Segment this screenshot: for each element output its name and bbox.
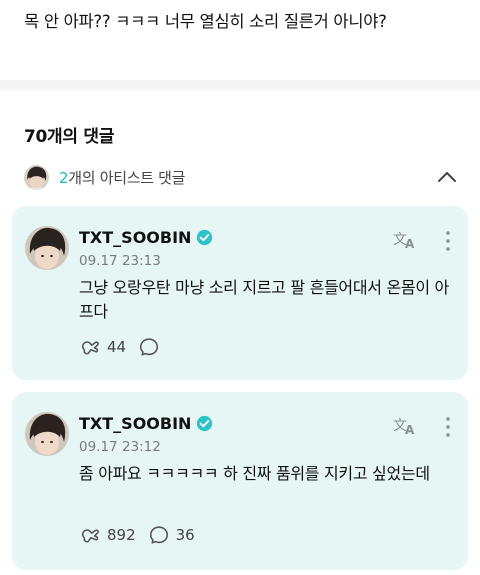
artist-avatar (24, 164, 49, 190)
like-icon[interactable] (79, 524, 101, 546)
avatar[interactable] (25, 226, 69, 270)
svg-text:A: A (405, 237, 415, 250)
artist-comment-count: 2 (59, 168, 69, 187)
artist-comments-label: 2개의 아티스트 댓글 (59, 167, 185, 188)
comment-author-row: TXT_SOOBIN (79, 414, 213, 433)
comment-actions: 44 (79, 336, 178, 358)
reply-icon[interactable] (138, 336, 160, 358)
comment-body: 좀 아파요 ㅋㅋㅋㅋㅋ 하 진짜 품위를 지키고 싶었는데 (79, 464, 430, 483)
artist-comment-card: TXT_SOOBIN 09.17 23:12 文 A 좀 아파요 ㅋㅋㅋㅋㅋ 하… (12, 392, 468, 570)
svg-text:A: A (405, 423, 415, 436)
post-text: 목 안 아파?? ㅋㅋㅋ 너무 열심히 소리 질른거 아니야? (24, 12, 387, 31)
comment-timestamp: 09.17 23:12 (79, 439, 161, 455)
comment-count-heading: 70개의 댓글 (24, 127, 115, 147)
comment-body: 그냥 오랑우탄 마냥 소리 지르고 팔 흔들어대서 온몸이 아프다 (79, 278, 449, 321)
more-options-icon[interactable] (442, 416, 454, 438)
like-count: 892 (107, 526, 136, 544)
avatar[interactable] (25, 412, 69, 456)
reply-count: 36 (175, 526, 195, 544)
translate-icon[interactable]: 文 A (392, 228, 418, 250)
comment-actions: 892 36 (79, 524, 207, 546)
comment-username[interactable]: TXT_SOOBIN (79, 228, 191, 247)
artist-comments-suffix: 개의 아티스트 댓글 (68, 168, 186, 187)
verified-badge-icon (197, 229, 213, 246)
more-options-icon[interactable] (442, 230, 454, 252)
comment-username[interactable]: TXT_SOOBIN (79, 414, 191, 433)
translate-icon[interactable]: 文 A (392, 414, 418, 436)
like-icon[interactable] (79, 336, 101, 358)
chevron-up-icon[interactable] (436, 167, 458, 187)
like-count: 44 (107, 338, 127, 356)
artist-comments-toggle[interactable]: 2개의 아티스트 댓글 (24, 163, 464, 191)
comment-timestamp: 09.17 23:13 (79, 253, 161, 269)
comment-author-row: TXT_SOOBIN (79, 228, 213, 247)
verified-badge-icon (197, 415, 213, 432)
artist-comment-card: TXT_SOOBIN 09.17 23:13 文 A 그냥 오랑우탄 마냥 소리… (12, 206, 468, 380)
reply-icon[interactable] (148, 524, 170, 546)
section-divider (0, 80, 480, 90)
